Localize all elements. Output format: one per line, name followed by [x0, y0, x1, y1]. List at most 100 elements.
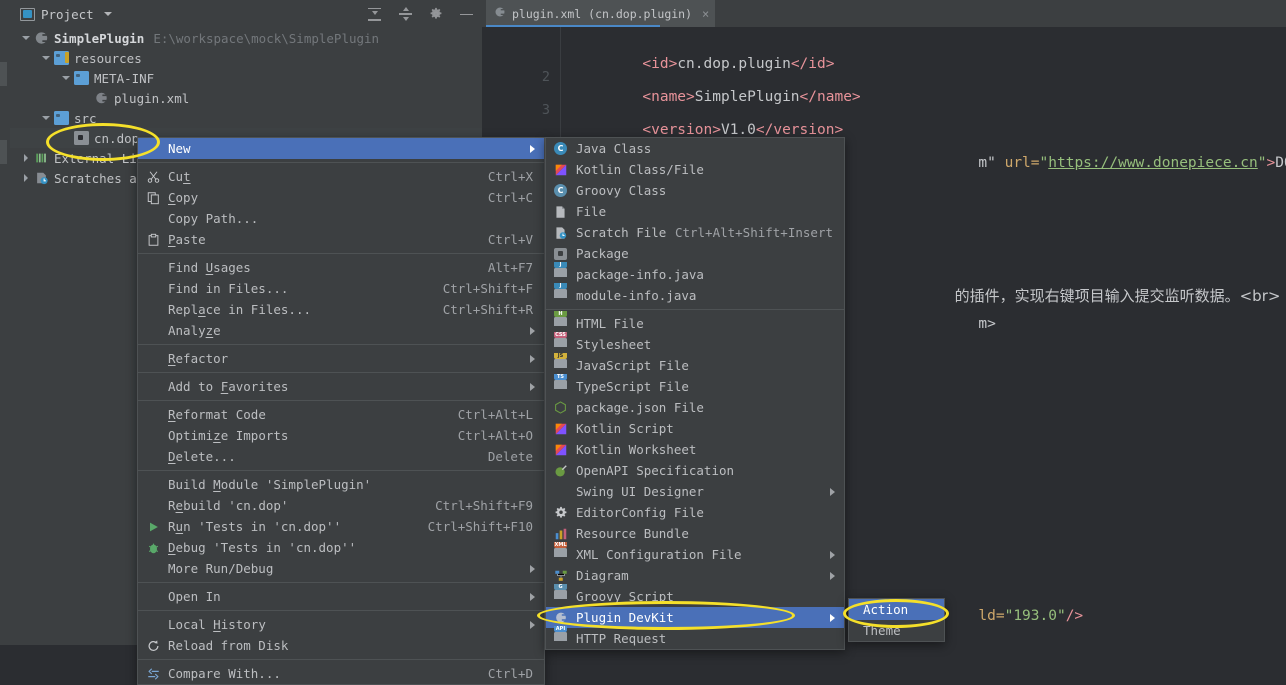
menu-item-analyze[interactable]: Analyze [138, 320, 544, 341]
menu-item-label: Find in Files... [168, 281, 289, 296]
menu-item-label: Theme [863, 623, 901, 638]
file-icon [554, 205, 569, 219]
menu-item-run-tests[interactable]: Run 'Tests in 'cn.dop'' Ctrl+Shift+F10 [138, 516, 544, 537]
plugin-devkit-submenu[interactable]: Action Theme [848, 598, 945, 642]
new-submenu[interactable]: C Java Class Kotlin Class/File C Groovy … [545, 137, 845, 650]
tool-window-stripe[interactable] [0, 0, 10, 645]
chevron-right-icon[interactable] [22, 173, 31, 183]
menu-item-refactor[interactable]: Refactor [138, 348, 544, 369]
submenu-item-package-info-java[interactable]: J package-info.java [546, 261, 844, 285]
editor-tab-plugin-xml[interactable]: plugin.xml (cn.dop.plugin) × [486, 0, 716, 27]
chevron-down-icon[interactable] [42, 54, 51, 63]
menu-item-cut[interactable]: Cut Ctrl+X [138, 166, 544, 187]
tree-row-plugin-xml[interactable]: plugin.xml [10, 88, 482, 108]
submenu-item-xml-configuration-file[interactable]: XML XML Configuration File [546, 541, 844, 565]
menu-separator [546, 309, 844, 310]
menu-item-copy[interactable]: Copy Ctrl+C [138, 187, 544, 208]
submenu-item-swing-ui-designer[interactable]: Swing UI Designer [546, 481, 844, 502]
code-token: </id> [790, 56, 835, 72]
chevron-right-icon[interactable] [22, 153, 31, 163]
vendor-url-link[interactable]: https://www.donepiece.cn [1048, 155, 1258, 171]
menu-item-paste[interactable]: Paste Ctrl+V [138, 229, 544, 250]
menu-item-optimize-imports[interactable]: Optimize Imports Ctrl+Alt+O [138, 425, 544, 446]
code-token: </version> [755, 122, 844, 138]
chevron-down-icon[interactable] [22, 34, 31, 43]
reload-icon [146, 639, 161, 653]
menu-item-spacer [146, 408, 161, 422]
editor-scrollbar[interactable] [1277, 27, 1286, 645]
tree-row-src[interactable]: src [10, 108, 482, 128]
submenu-item-diagram[interactable]: Diagram [546, 565, 844, 586]
stripe-tab-1[interactable] [0, 62, 7, 86]
hide-icon[interactable] [459, 7, 474, 22]
submenu-item-groovy-script[interactable]: G Groovy Script [546, 583, 844, 607]
menu-item-label: Build Module 'SimplePlugin' [168, 477, 372, 492]
submenu-item-file[interactable]: File [546, 201, 844, 222]
submenu-item-html-file[interactable]: H HTML File [546, 310, 844, 334]
code-token: "193.0" [1004, 608, 1066, 624]
submenu-item-openapi-specification[interactable]: OpenAPI Specification [546, 460, 844, 481]
chevron-down-icon[interactable] [103, 12, 112, 16]
submenu-item-javascript-file[interactable]: JS JavaScript File [546, 352, 844, 376]
debug-icon [146, 541, 161, 555]
menu-item-debug-tests[interactable]: Debug 'Tests in 'cn.dop'' [138, 537, 544, 558]
tree-label: META-INF [94, 70, 155, 86]
submenu-item-package[interactable]: Package [546, 243, 844, 264]
menu-item-spacer [146, 261, 161, 275]
submenu-item-editorconfig-file[interactable]: EditorConfig File [546, 502, 844, 523]
submenu-item-scratch-file[interactable]: Scratch File Ctrl+Alt+Shift+Insert [546, 222, 844, 243]
chevron-down-icon[interactable] [42, 114, 51, 123]
menu-item-build-module[interactable]: Build Module 'SimplePlugin' [138, 474, 544, 495]
menu-item-rebuild[interactable]: Rebuild 'cn.dop' Ctrl+Shift+F9 [138, 495, 544, 516]
submenu-item-typescript-file[interactable]: TS TypeScript File [546, 373, 844, 397]
context-menu[interactable]: New Cut Ctrl+X Copy Ctrl+C Copy Path... … [137, 137, 545, 685]
menu-item-local-history[interactable]: Local History [138, 614, 544, 635]
collapse-all-icon[interactable] [367, 7, 382, 22]
submenu-item-kotlin-worksheet[interactable]: Kotlin Worksheet [546, 439, 844, 460]
menu-item-label: Kotlin Script [576, 421, 674, 436]
menu-item-add-to-favorites[interactable]: Add to Favorites [138, 376, 544, 397]
menu-item-open-in[interactable]: Open In [138, 586, 544, 607]
submenu-item-http-request[interactable]: API HTTP Request [546, 625, 844, 649]
stripe-tab-2[interactable] [0, 140, 7, 164]
submenu-item-groovy-class[interactable]: C Groovy Class [546, 180, 844, 201]
menu-item-replace-in-files[interactable]: Replace in Files... Ctrl+Shift+R [138, 299, 544, 320]
menu-item-delete[interactable]: Delete... Delete [138, 446, 544, 467]
close-icon[interactable]: × [702, 7, 709, 21]
menu-item-compare-with[interactable]: Compare With... Ctrl+D [138, 663, 544, 684]
tree-row-meta-inf[interactable]: META-INF [10, 68, 482, 88]
submenu-item-package-json-file[interactable]: package.json File [546, 397, 844, 418]
menu-item-more-run-debug[interactable]: More Run/Debug [138, 558, 544, 579]
menu-item-find-in-files[interactable]: Find in Files... Ctrl+Shift+F [138, 278, 544, 299]
project-title-button[interactable]: Project [20, 7, 112, 22]
submenu-item-kotlin-script[interactable]: Kotlin Script [546, 418, 844, 439]
menu-item-reformat-code[interactable]: Reformat Code Ctrl+Alt+L [138, 404, 544, 425]
code-token: " [1257, 155, 1267, 171]
submenu-item-action[interactable]: Action [849, 599, 944, 620]
submenu-item-stylesheet[interactable]: CSS Stylesheet [546, 331, 844, 355]
openapi-icon [554, 464, 569, 478]
tree-row-resources[interactable]: resources [10, 48, 482, 68]
expand-all-icon[interactable] [398, 7, 413, 22]
submenu-item-resource-bundle[interactable]: Resource Bundle [546, 523, 844, 544]
menu-item-label: Rebuild 'cn.dop' [168, 498, 289, 513]
menu-item-find-usages[interactable]: Find Usages Alt+F7 [138, 257, 544, 278]
chevron-right-icon [830, 487, 835, 496]
submenu-item-java-class[interactable]: C Java Class [546, 138, 844, 159]
menu-item-label: Stylesheet [576, 337, 652, 352]
submenu-item-theme[interactable]: Theme [849, 620, 944, 641]
menu-item-new[interactable]: New [138, 138, 544, 159]
menu-item-shortcut: Ctrl+C [487, 190, 533, 205]
menu-item-label: Groovy Script [576, 589, 674, 604]
cut-icon [146, 170, 161, 184]
menu-item-label: Kotlin Class/File [576, 162, 704, 177]
gear-icon[interactable] [429, 7, 443, 21]
menu-item-spacer [146, 142, 161, 156]
menu-item-copy-path[interactable]: Copy Path... [138, 208, 544, 229]
menu-item-reload-from-disk[interactable]: Reload from Disk [138, 635, 544, 656]
tree-row-simpleplugin[interactable]: SimplePlugin E:\workspace\mock\SimplePlu… [10, 28, 482, 48]
submenu-item-kotlin-class-file[interactable]: Kotlin Class/File [546, 159, 844, 180]
chevron-down-icon[interactable] [62, 74, 71, 83]
submenu-item-module-info-java[interactable]: J module-info.java [546, 282, 844, 306]
submenu-item-plugin-devkit[interactable]: Plugin DevKit [546, 607, 844, 628]
